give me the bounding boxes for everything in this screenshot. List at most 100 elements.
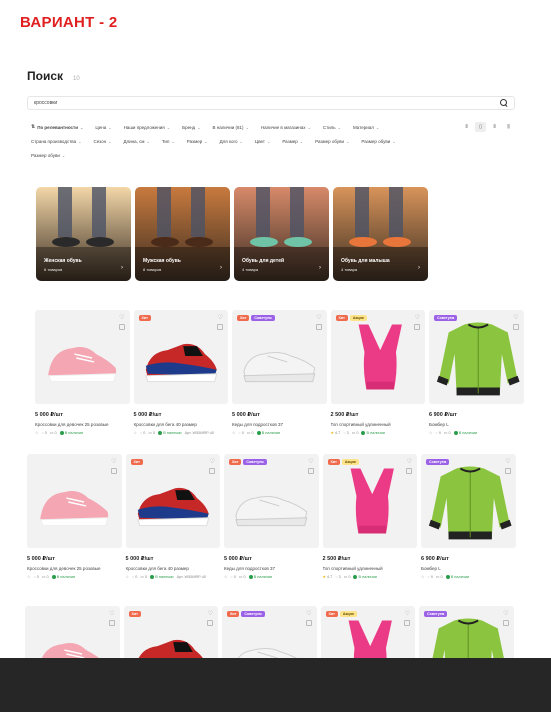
reviews: ▭ 0: [443, 431, 451, 435]
heart-icon[interactable]: ♡: [109, 610, 114, 617]
product-name[interactable]: Кроссовки для бега 40 размер: [134, 422, 229, 427]
compare-icon[interactable]: [406, 468, 412, 474]
product-price: 5 000 ₽/шт: [133, 412, 162, 418]
heart-icon[interactable]: ♡: [119, 314, 124, 321]
product-name[interactable]: Кроссовки для бега 40 размер: [126, 566, 221, 571]
product-card[interactable]: ХитАкция ♡ 2 500 ₽/шт Топ спортивный удл…: [330, 310, 426, 435]
category-tile[interactable]: Женская обувь 6 товаров ›: [36, 187, 131, 281]
star-icon: ☆: [133, 431, 137, 435]
heart-icon[interactable]: ♡: [218, 314, 223, 321]
compare-icon[interactable]: [307, 468, 314, 474]
product-name[interactable]: Топ спортивный удлиненный: [323, 566, 418, 571]
product-card[interactable]: Советуем ♡ 6 900 ₽/шт Бомбер L ☆ ◌ 9 ▭ 0…: [429, 310, 524, 435]
product-image[interactable]: Советуем ♡: [421, 454, 516, 548]
heart-icon[interactable]: ♡: [503, 610, 508, 617]
product-image[interactable]: Хит Советуем ♡: [232, 310, 327, 404]
category-tile[interactable]: Обувь для детей 4 товара ›: [234, 187, 329, 281]
filter-chip[interactable]: Наши предложения ⌄: [120, 122, 175, 132]
filter-chip[interactable]: ⇅ По релевантности ⌄: [27, 122, 87, 132]
compare-icon[interactable]: [502, 620, 509, 626]
compare-icon[interactable]: [305, 620, 312, 626]
compare-icon[interactable]: [209, 468, 215, 474]
product-image[interactable]: ♡: [27, 454, 122, 548]
heart-icon[interactable]: ♡: [513, 314, 518, 321]
filter-chip[interactable]: Материал ⌄: [349, 122, 383, 132]
filter-label: Цвет: [254, 139, 265, 144]
product-card[interactable]: ХитАкция ♡ 2 500 ₽/шт Топ спортивный удл…: [322, 454, 418, 579]
category-tile[interactable]: Обувь для малыша 4 товара ›: [333, 187, 428, 281]
compare-icon[interactable]: [110, 468, 117, 474]
compare-icon[interactable]: [207, 620, 213, 626]
product-price: 5 000 ₽/шт: [224, 556, 252, 562]
filter-chip[interactable]: Размер обуви ⌄: [311, 137, 353, 146]
product-card[interactable]: ХитСоветуем ♡ 5 000 ₽/шт Кеды для подрос…: [232, 310, 327, 435]
heart-icon[interactable]: ♡: [210, 458, 215, 465]
heart-icon[interactable]: ♡: [111, 458, 116, 465]
product-card[interactable]: ХитСоветуем ♡ 5 000 ₽/шт Кеды для подрос…: [224, 454, 319, 579]
compare-icon[interactable]: [512, 324, 519, 330]
product-name[interactable]: Топ спортивный удлиненный: [331, 422, 426, 427]
heart-icon[interactable]: ♡: [208, 610, 213, 617]
compare-icon[interactable]: [414, 324, 420, 330]
filter-chip[interactable]: Сезон ⌄: [89, 137, 115, 146]
compare-icon[interactable]: [108, 620, 115, 626]
heart-icon[interactable]: ♡: [505, 458, 510, 465]
compare-icon[interactable]: [404, 620, 410, 626]
search-bar[interactable]: [27, 96, 515, 110]
filter-chip[interactable]: Длина, см ⌄: [119, 137, 153, 146]
filter-chip[interactable]: Наличие в магазинах ⌄: [257, 122, 315, 132]
filter-chip[interactable]: Цвет ⌄: [251, 137, 274, 146]
product-card[interactable]: Хит ♡ 5 000 ₽/шт Кроссовки для бега 40 р…: [133, 310, 229, 435]
compare-icon[interactable]: [118, 324, 125, 330]
product-price: 5 000 ₽/шт: [125, 556, 154, 562]
badge-group: Хит Акция: [327, 459, 359, 465]
view-mode-button[interactable]: ⫴: [489, 122, 500, 132]
product-name[interactable]: Бомбер L: [429, 422, 524, 427]
filter-chip[interactable]: Размер ⌄: [278, 137, 307, 146]
check-icon: [150, 574, 155, 579]
product-image[interactable]: Хит ♡: [125, 454, 220, 548]
view-mode-button[interactable]: ⫼: [503, 122, 514, 132]
product-image[interactable]: Хит Акция ♡: [330, 310, 425, 404]
product-name[interactable]: Кеды для подростков 37: [232, 422, 327, 427]
heart-icon[interactable]: ♡: [316, 314, 321, 321]
heart-icon[interactable]: ♡: [415, 314, 420, 321]
product-name[interactable]: Кроссовки для девочек 25 розовые: [27, 566, 122, 571]
filter-chip[interactable]: Размер обуви ⌄: [357, 137, 399, 146]
heart-icon[interactable]: ♡: [308, 458, 313, 465]
view-mode-button[interactable]: ▯: [475, 122, 486, 132]
category-tile[interactable]: Мужская обувь 8 товаров ›: [135, 187, 230, 281]
filter-chip[interactable]: В наличии (81) ⌄: [209, 122, 253, 132]
product-image[interactable]: Советуем ♡: [429, 310, 524, 404]
compare-icon[interactable]: [315, 324, 322, 330]
filter-chip[interactable]: Страна производства ⌄: [27, 137, 85, 146]
filter-chip[interactable]: Бренд ⌄: [178, 122, 204, 132]
product-image[interactable]: Хит Акция ♡: [322, 454, 417, 548]
filter-chip[interactable]: Для кого ⌄: [216, 137, 247, 146]
compare-icon[interactable]: [217, 324, 223, 330]
grid-view-icon: ⫼: [507, 124, 510, 130]
eye-icon: ◌: [139, 430, 143, 435]
compare-icon[interactable]: [504, 468, 511, 474]
heart-icon[interactable]: ♡: [407, 458, 412, 465]
product-name[interactable]: Кеды для подростков 37: [224, 566, 319, 571]
product-image[interactable]: ♡: [35, 310, 130, 404]
search-input[interactable]: [34, 100, 500, 106]
product-card[interactable]: Хит ♡ 5 000 ₽/шт Кроссовки для бега 40 р…: [125, 454, 221, 579]
heart-icon[interactable]: ♡: [306, 610, 311, 617]
product-card[interactable]: Советуем ♡ 6 900 ₽/шт Бомбер L ☆ ◌ 9 ▭ 0…: [421, 454, 516, 579]
search-icon[interactable]: [500, 99, 508, 107]
filter-chip[interactable]: Стиль ⌄: [319, 122, 345, 132]
view-mode-button[interactable]: ⫴: [461, 122, 472, 132]
filter-chip[interactable]: Размер ⌄: [183, 137, 212, 146]
filter-chip[interactable]: Цена ⌄: [91, 122, 115, 132]
filter-chip[interactable]: Размер обуви ⌄: [27, 151, 69, 160]
filter-chip[interactable]: Тип ⌄: [158, 137, 179, 146]
heart-icon[interactable]: ♡: [405, 610, 410, 617]
product-image[interactable]: Хит ♡: [133, 310, 228, 404]
product-name[interactable]: Кроссовки для девочек 25 розовые: [35, 422, 130, 427]
product-card[interactable]: ♡ 5 000 ₽/шт Кроссовки для девочек 25 ро…: [35, 310, 130, 435]
product-name[interactable]: Бомбер L: [421, 566, 516, 571]
product-image[interactable]: Хит Советуем ♡: [224, 454, 319, 548]
product-card[interactable]: ♡ 5 000 ₽/шт Кроссовки для девочек 25 ро…: [27, 454, 122, 579]
